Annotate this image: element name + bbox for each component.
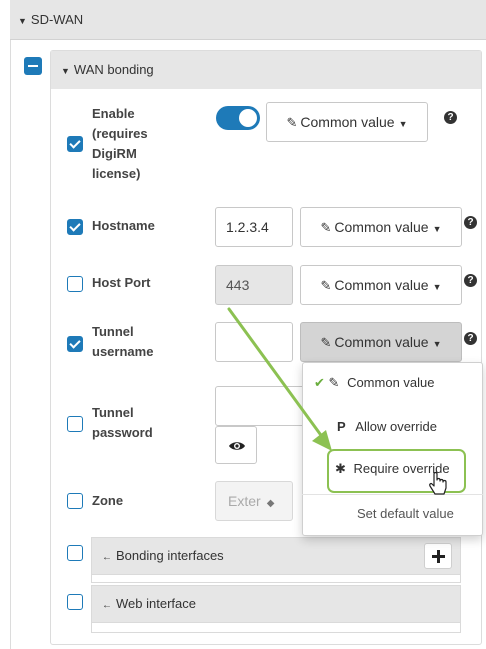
updown-caret-icon: ◆ <box>266 498 275 509</box>
edit-icon: ✎ <box>328 375 340 390</box>
collapse-triangle-icon: ▼ <box>61 66 70 76</box>
enable-checkbox[interactable] <box>67 136 83 152</box>
web-interface-body <box>91 623 461 633</box>
zone-label: Zone <box>92 493 124 508</box>
allow-override-icon: P <box>337 419 346 434</box>
edit-icon: ✎ <box>286 115 298 130</box>
tunnel-username-input[interactable] <box>215 322 293 362</box>
host-port-checkbox[interactable] <box>67 276 83 292</box>
caret-down-icon: ▼ <box>432 282 442 292</box>
enable-label: Enable (requires DigiRM license) <box>92 106 148 181</box>
tunnel-username-label: Tunnel username <box>92 324 154 359</box>
enable-mode-button[interactable]: ✎ Common value ▼ <box>266 102 428 142</box>
enable-toggle[interactable] <box>216 106 260 130</box>
hostname-checkbox[interactable] <box>67 219 83 235</box>
question-circle-icon[interactable]: ? <box>464 274 477 287</box>
question-circle-icon[interactable]: ? <box>464 332 477 345</box>
subsection-title: WAN bonding <box>73 62 154 77</box>
caret-down-icon: ▼ <box>398 119 408 129</box>
annotation-highlight-box <box>327 449 466 493</box>
tunnel-username-checkbox[interactable] <box>67 336 83 352</box>
show-password-button[interactable] <box>215 426 257 464</box>
tunnel-password-checkbox[interactable] <box>67 416 83 432</box>
host-port-label: Host Port <box>92 275 151 290</box>
wan-bonding-header[interactable]: ▼ WAN bonding <box>51 51 481 89</box>
collapse-minus-button[interactable] <box>24 57 42 75</box>
bonding-interfaces-checkbox[interactable] <box>67 545 83 561</box>
tunnel-username-mode-button[interactable]: ✎ Common value ▼ <box>300 322 462 362</box>
question-circle-icon[interactable]: ? <box>444 111 457 124</box>
arrow-left-icon: ← <box>102 600 112 611</box>
caret-down-icon: ▼ <box>432 224 442 234</box>
bonding-interfaces-header[interactable]: ← Bonding interfaces <box>91 537 461 575</box>
edit-icon: ✎ <box>320 335 332 350</box>
hostname-label: Hostname <box>92 218 155 233</box>
edit-icon: ✎ <box>320 220 332 235</box>
plus-icon[interactable] <box>424 543 452 569</box>
bonding-interfaces-body <box>91 575 461 583</box>
dropdown-item-common-value[interactable]: ✔ ✎ Common value <box>314 373 435 393</box>
section-title: SD-WAN <box>30 12 84 27</box>
caret-down-icon: ▼ <box>432 339 442 349</box>
collapse-triangle-icon: ▼ <box>18 16 27 26</box>
hostname-input[interactable]: 1.2.3.4 <box>215 207 293 247</box>
tunnel-password-input[interactable] <box>215 386 305 426</box>
zone-select[interactable]: Exter ◆ <box>215 481 293 521</box>
dropdown-divider <box>302 494 483 495</box>
tunnel-password-label: Tunnel password <box>92 405 153 440</box>
host-port-mode-button[interactable]: ✎ Common value ▼ <box>300 265 462 305</box>
web-interface-checkbox[interactable] <box>67 594 83 610</box>
edit-icon: ✎ <box>320 278 332 293</box>
dropdown-item-set-default[interactable]: Set default value <box>357 504 454 524</box>
check-icon: ✔ <box>314 375 325 390</box>
question-circle-icon[interactable]: ? <box>464 216 477 229</box>
host-port-input[interactable]: 443 <box>215 265 293 305</box>
zone-checkbox[interactable] <box>67 493 83 509</box>
eye-icon <box>229 442 245 450</box>
sdwan-section-header[interactable]: ▼ SD-WAN <box>10 0 486 40</box>
dropdown-item-allow-override[interactable]: P Allow override <box>337 417 437 437</box>
arrow-left-icon: ← <box>102 552 112 563</box>
hostname-mode-button[interactable]: ✎ Common value ▼ <box>300 207 462 247</box>
web-interface-header[interactable]: ← Web interface <box>91 585 461 623</box>
